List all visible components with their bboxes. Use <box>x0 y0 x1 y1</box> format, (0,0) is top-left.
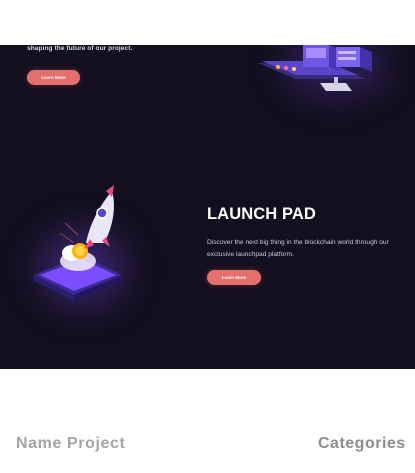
hero-tagline: shaping the future of our project. <box>27 45 133 52</box>
column-header-name-project: Name Project <box>16 435 126 452</box>
learn-more-button-top[interactable]: Learn More <box>27 70 80 85</box>
top-white-strip <box>0 0 415 45</box>
hero-section: shaping the future of our project. Learn… <box>0 45 415 369</box>
launchpad-title: LAUNCH PAD <box>207 205 316 223</box>
rocket-launch-illustration-icon <box>34 185 122 301</box>
column-header-categories: Categories <box>318 435 406 452</box>
learn-more-button-launchpad[interactable]: Learn More <box>207 270 261 285</box>
launchpad-description: Discover the next big thing in the block… <box>207 239 389 258</box>
server-illustration-icon <box>258 45 372 91</box>
table-header: Name Project Categories <box>0 369 415 473</box>
